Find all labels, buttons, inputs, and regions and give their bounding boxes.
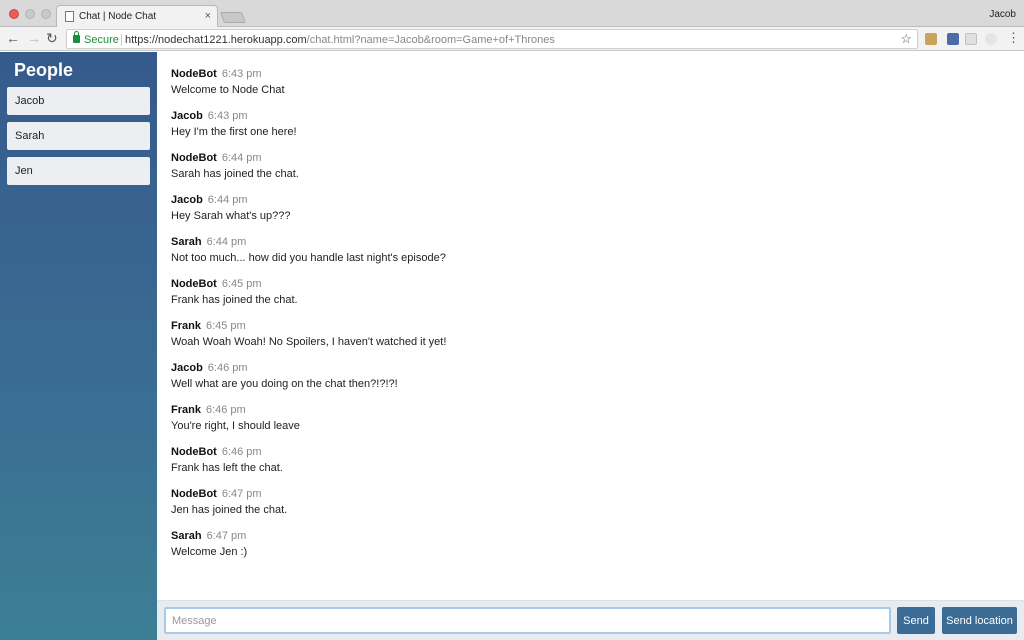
browser-menu-icon[interactable]: ⋮ [1007,30,1020,46]
message-time: 6:47 pm [221,488,262,500]
chat-footer: Send Send location [157,600,1024,640]
extension-icon[interactable] [925,33,937,45]
person-item[interactable]: Jen [7,157,150,185]
url-path: /chat.html?name=Jacob&room=Game+of+Thron… [306,34,555,46]
people-list: Jacob Sarah Jen [7,87,150,192]
message-time: 6:46 pm [207,362,248,374]
message-author: NodeBot [171,278,217,290]
message-time: 6:43 pm [207,110,248,122]
message-time: 6:46 pm [205,404,246,416]
message-author: NodeBot [171,488,217,500]
message-text: Not too much... how did you handle last … [171,252,446,264]
send-location-button[interactable]: Send location [942,607,1017,634]
message-author: Jacob [171,194,203,206]
message-item: Sarah 6:44 pm Not too much... how did you… [171,235,446,277]
window-close-button[interactable] [9,9,19,19]
message-text: Sarah has joined the chat. [171,168,299,180]
message-text: Welcome to Node Chat [171,84,285,96]
message-time: 6:43 pm [221,68,262,80]
person-item[interactable]: Sarah [7,122,150,150]
page-icon [65,11,74,22]
sidebar-title: People [14,60,74,80]
message-time: 6:45 pm [221,278,262,290]
message-input[interactable] [164,607,891,634]
address-bar[interactable]: Secure https://nodechat1221.herokuapp.co… [66,29,918,49]
message-text: Woah Woah Woah! No Spoilers, I haven't w… [171,336,447,348]
message-author: Frank [171,320,201,332]
message-text: Well what are you doing on the chat then… [171,378,398,390]
message-item: NodeBot 6:43 pm Welcome to Node Chat [171,67,446,109]
extension-icon[interactable] [947,33,959,45]
message-text: Frank has joined the chat. [171,294,298,306]
extension-icon[interactable] [985,33,997,45]
extension-icon[interactable] [965,33,977,45]
message-text: Jen has joined the chat. [171,504,288,516]
url-origin: https://nodechat1221.herokuapp.com [125,34,307,46]
tab-title: Chat | Node Chat [79,11,157,22]
message-time: 6:44 pm [206,236,247,248]
message-text: Hey I'm the first one here! [171,126,297,138]
message-time: 6:44 pm [221,152,262,164]
bookmark-star-icon[interactable]: ☆ [900,31,912,47]
reload-icon[interactable]: ↻ [46,30,58,46]
message-author: NodeBot [171,446,217,458]
window-minimize-button[interactable] [25,9,35,19]
people-sidebar: People Jacob Sarah Jen [0,52,157,640]
browser-tab[interactable]: Chat | Node Chat × [56,5,218,28]
message-item: Jacob 6:44 pm Hey Sarah what's up??? [171,193,446,235]
browser-title-bar: Chat | Node Chat × Jacob [0,0,1024,28]
window-maximize-button[interactable] [41,9,51,19]
lock-icon [73,31,80,43]
message-text: Welcome Jen :) [171,546,248,558]
message-author: NodeBot [171,152,217,164]
message-list: NodeBot 6:43 pm Welcome to Node Chat Jaco… [171,67,446,571]
message-item: Sarah 6:47 pm Welcome Jen :) [171,529,446,571]
forward-arrow-icon[interactable]: → [27,30,41,46]
message-author: Jacob [171,110,203,122]
message-time: 6:46 pm [221,446,262,458]
message-author: Frank [171,404,201,416]
chat-main: NodeBot 6:43 pm Welcome to Node Chat Jaco… [157,52,1024,600]
address-separator [121,34,122,46]
message-author: Sarah [171,530,202,542]
message-time: 6:47 pm [206,530,247,542]
message-item: NodeBot 6:45 pm Frank has joined the chat… [171,277,446,319]
message-item: NodeBot 6:47 pm Jen has joined the chat. [171,487,446,529]
tab-close-icon[interactable]: × [205,10,211,22]
message-author: Jacob [171,362,203,374]
message-time: 6:44 pm [207,194,248,206]
message-text: Frank has left the chat. [171,462,283,474]
message-item: Jacob 6:46 pm Well what are you doing on … [171,361,446,403]
person-item[interactable]: Jacob [7,87,150,115]
message-time: 6:45 pm [205,320,246,332]
message-item: NodeBot 6:44 pm Sarah has joined the chat… [171,151,446,193]
secure-label: Secure [84,34,119,46]
message-text: Hey Sarah what's up??? [171,210,291,222]
message-author: Sarah [171,236,202,248]
message-item: Frank 6:46 pm You're right, I should leav… [171,403,446,445]
message-text: You're right, I should leave [171,420,300,432]
new-tab-button[interactable] [219,12,247,23]
send-button[interactable]: Send [897,607,935,634]
message-item: Jacob 6:43 pm Hey I'm the first one here! [171,109,446,151]
message-item: Frank 6:45 pm Woah Woah Woah! No Spoilers… [171,319,446,361]
url-text[interactable]: https://nodechat1221.herokuapp.com/chat.… [125,34,555,46]
back-arrow-icon[interactable]: ← [6,30,20,46]
message-author: NodeBot [171,68,217,80]
message-item: NodeBot 6:46 pm Frank has left the chat. [171,445,446,487]
browser-toolbar: ← → ↻ Secure https://nodechat1221.heroku… [0,27,1024,51]
profile-name[interactable]: Jacob [989,9,1016,20]
